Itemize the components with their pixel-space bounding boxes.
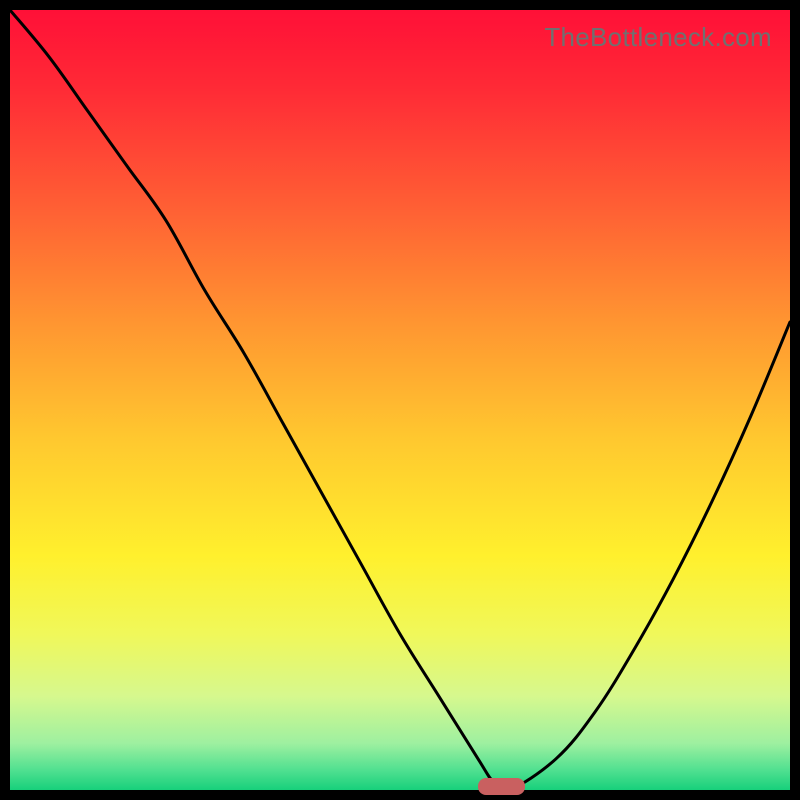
chart-frame: TheBottleneck.com <box>10 10 790 790</box>
gradient-background <box>10 10 790 790</box>
bottleneck-marker <box>478 778 525 795</box>
watermark-text: TheBottleneck.com <box>544 22 772 53</box>
bottleneck-chart <box>10 10 790 790</box>
